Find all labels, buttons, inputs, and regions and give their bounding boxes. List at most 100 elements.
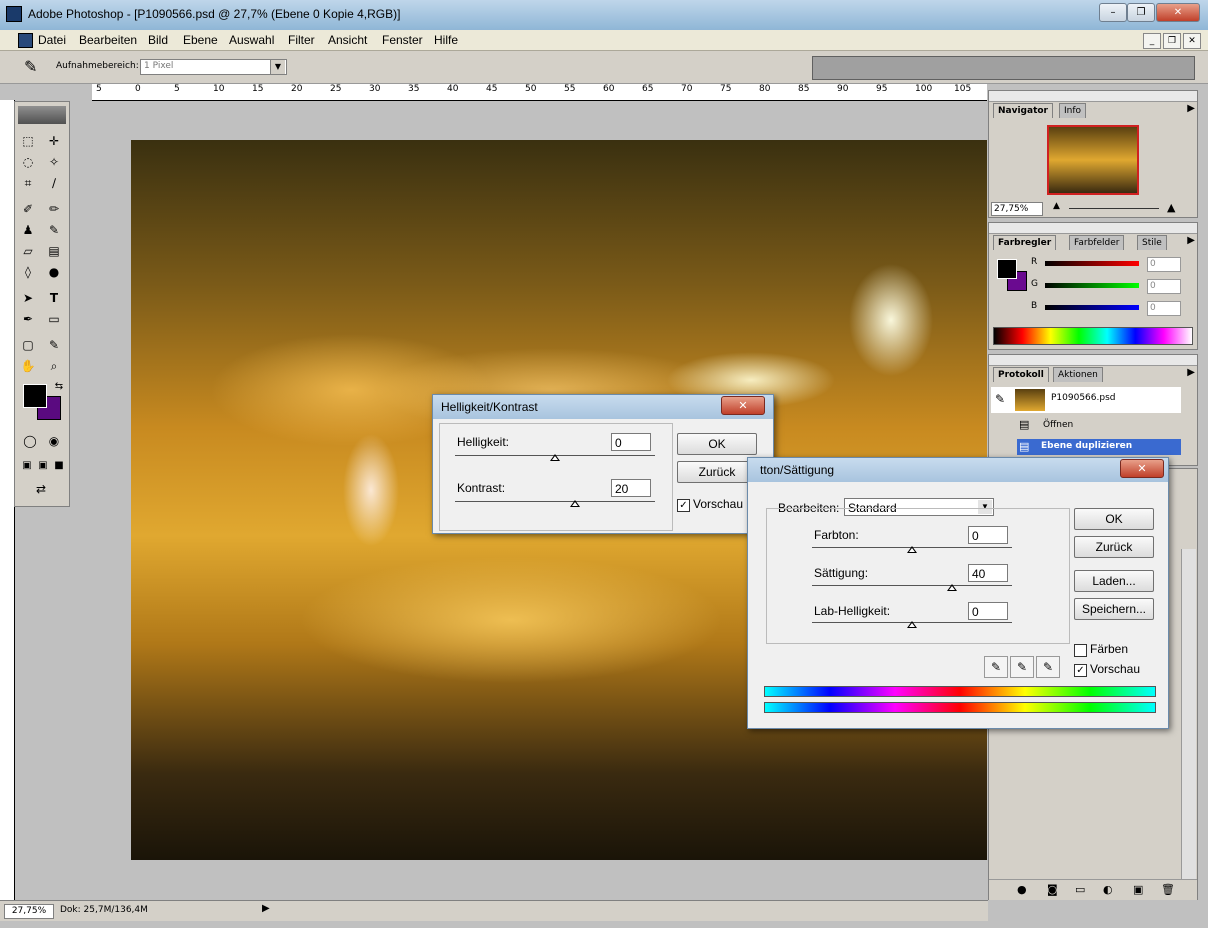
brush-tool-icon[interactable]: ✐ xyxy=(18,200,38,218)
quickmask-off-icon[interactable]: ◯ xyxy=(20,432,40,450)
zoom-tool-icon[interactable]: ⌕ xyxy=(44,357,64,375)
jump-to-imageready-icon[interactable]: ⇄ xyxy=(31,480,51,498)
doc-minimize-button[interactable]: _ xyxy=(1143,33,1161,49)
channel-g-bar[interactable] xyxy=(1045,283,1139,288)
eyedropper-tool-icon[interactable]: ✎ xyxy=(44,336,64,354)
load-button[interactable]: Laden... xyxy=(1074,570,1154,592)
path-select-icon[interactable]: ➤ xyxy=(18,289,38,307)
reset-button[interactable]: Zurück xyxy=(1074,536,1154,558)
ok-button[interactable]: OK xyxy=(1074,508,1154,530)
history-item-duplicate[interactable]: ▤ Ebene duplizieren xyxy=(1017,439,1181,455)
contrast-field[interactable]: 20 xyxy=(611,479,651,497)
layer-set-icon[interactable]: ▭ xyxy=(1075,883,1085,896)
menu-ebene[interactable]: Ebene xyxy=(183,33,218,47)
zoom-field[interactable]: 27,75% xyxy=(4,904,54,919)
history-brush-icon[interactable]: ✎ xyxy=(44,221,64,239)
tab-farbregler[interactable]: Farbregler xyxy=(993,235,1057,250)
eraser-tool-icon[interactable]: ▱ xyxy=(18,242,38,260)
zoom-out-icon[interactable]: ▲ xyxy=(1053,201,1060,211)
color-spectrum-bar[interactable] xyxy=(993,327,1193,345)
trash-icon[interactable]: 🗑 xyxy=(1161,883,1175,896)
maximize-button[interactable]: ❐ xyxy=(1127,3,1155,22)
slice-tool-icon[interactable]: ∕ xyxy=(44,174,64,192)
navigator-thumbnail[interactable] xyxy=(1047,125,1139,195)
shape-tool-icon[interactable]: ▭ xyxy=(44,310,64,328)
menu-hilfe[interactable]: Hilfe xyxy=(434,33,458,47)
foreground-swatch[interactable] xyxy=(997,259,1017,279)
palette-menu-arrow-icon[interactable]: ▶ xyxy=(1187,367,1195,378)
notes-tool-icon[interactable]: ▢ xyxy=(18,336,38,354)
stamp-tool-icon[interactable]: ♟ xyxy=(18,221,38,239)
close-button[interactable]: ✕ xyxy=(1156,3,1200,22)
ok-button[interactable]: OK xyxy=(677,433,757,455)
tab-stile[interactable]: Stile xyxy=(1137,235,1167,250)
menu-filter[interactable]: Filter xyxy=(288,33,315,47)
menu-ansicht[interactable]: Ansicht xyxy=(328,33,367,47)
colorize-checkbox[interactable] xyxy=(1074,644,1087,657)
quickmask-on-icon[interactable]: ◉ xyxy=(44,432,64,450)
layer-style-icon[interactable]: ● xyxy=(1017,883,1027,896)
status-menu-arrow-icon[interactable]: ▶ xyxy=(262,903,270,914)
menu-fenster[interactable]: Fenster xyxy=(382,33,423,47)
brightness-slider-thumb[interactable] xyxy=(550,454,560,461)
hand-tool-icon[interactable]: ✋ xyxy=(18,357,38,375)
save-button[interactable]: Speichern... xyxy=(1074,598,1154,620)
foreground-color-swatch[interactable] xyxy=(23,384,47,408)
menu-bearbeiten[interactable]: Bearbeiten xyxy=(79,33,137,47)
lasso-tool-icon[interactable]: ◌ xyxy=(18,153,38,171)
channel-r-field[interactable]: 0 xyxy=(1147,257,1181,272)
lightness-field[interactable]: 0 xyxy=(968,602,1008,620)
palette-menu-arrow-icon[interactable]: ▶ xyxy=(1187,235,1195,246)
zoom-in-icon[interactable]: ▲ xyxy=(1167,201,1175,214)
screen-mode-full-icon[interactable]: ■ xyxy=(49,457,69,475)
menu-auswahl[interactable]: Auswahl xyxy=(229,33,274,47)
swap-colors-icon[interactable]: ⇆ xyxy=(49,378,69,396)
channel-g-field[interactable]: 0 xyxy=(1147,279,1181,294)
move-tool-icon[interactable]: ✛ xyxy=(44,132,64,150)
crop-tool-icon[interactable]: ⌗ xyxy=(18,174,38,192)
channel-r-bar[interactable] xyxy=(1045,261,1139,266)
type-tool-icon[interactable]: T xyxy=(44,289,64,307)
reset-button[interactable]: Zurück xyxy=(677,461,757,483)
contrast-slider[interactable] xyxy=(455,501,655,502)
dodge-tool-icon[interactable]: ● xyxy=(44,263,64,281)
tab-navigator[interactable]: Navigator xyxy=(993,103,1053,118)
tab-protokoll[interactable]: Protokoll xyxy=(993,367,1049,382)
contrast-slider-thumb[interactable] xyxy=(570,500,580,507)
dialog-close-button[interactable]: ✕ xyxy=(721,396,765,415)
eyedropper-minus-icon[interactable]: ✎ xyxy=(1036,656,1060,678)
eyedropper-plus-icon[interactable]: ✎ xyxy=(1010,656,1034,678)
gradient-tool-icon[interactable]: ▤ xyxy=(44,242,64,260)
history-snapshot-row[interactable]: ✎ P1090566.psd xyxy=(991,387,1181,413)
dialog-close-button[interactable]: ✕ xyxy=(1120,459,1164,478)
hue-slider-thumb[interactable] xyxy=(907,546,917,553)
layer-mask-icon[interactable]: ◙ xyxy=(1047,883,1058,896)
doc-restore-button[interactable]: ❐ xyxy=(1163,33,1181,49)
lightness-slider-thumb[interactable] xyxy=(907,621,917,628)
brightness-field[interactable]: 0 xyxy=(611,433,651,451)
hue-field[interactable]: 0 xyxy=(968,526,1008,544)
tab-info[interactable]: Info xyxy=(1059,103,1087,118)
saturation-slider[interactable] xyxy=(812,585,1012,586)
navigator-zoom-slider[interactable] xyxy=(1069,208,1159,209)
blur-tool-icon[interactable]: ◊ xyxy=(18,263,38,281)
marquee-tool-icon[interactable]: ⬚ xyxy=(18,132,38,150)
channel-b-bar[interactable] xyxy=(1045,305,1139,310)
palette-menu-arrow-icon[interactable]: ▶ xyxy=(1187,103,1195,114)
layers-scrollbar[interactable] xyxy=(1181,549,1196,879)
saturation-slider-thumb[interactable] xyxy=(947,584,957,591)
pen-tool-icon[interactable]: ✒ xyxy=(18,310,38,328)
minimize-button[interactable]: – xyxy=(1099,3,1127,22)
channel-b-field[interactable]: 0 xyxy=(1147,301,1181,316)
menu-bild[interactable]: Bild xyxy=(148,33,168,47)
saturation-field[interactable]: 40 xyxy=(968,564,1008,582)
doc-close-button[interactable]: ✕ xyxy=(1183,33,1201,49)
history-item-open[interactable]: ▤ Öffnen xyxy=(991,417,1181,435)
tab-farbfelder[interactable]: Farbfelder xyxy=(1069,235,1125,250)
pencil-tool-icon[interactable]: ✏ xyxy=(44,200,64,218)
tab-aktionen[interactable]: Aktionen xyxy=(1053,367,1103,382)
menu-datei[interactable]: Datei xyxy=(38,33,66,47)
sample-size-select[interactable]: 1 Pixel ▼ xyxy=(140,59,287,75)
adjustment-layer-icon[interactable]: ◐ xyxy=(1103,883,1113,896)
preview-checkbox[interactable]: ✓ xyxy=(1074,664,1087,677)
